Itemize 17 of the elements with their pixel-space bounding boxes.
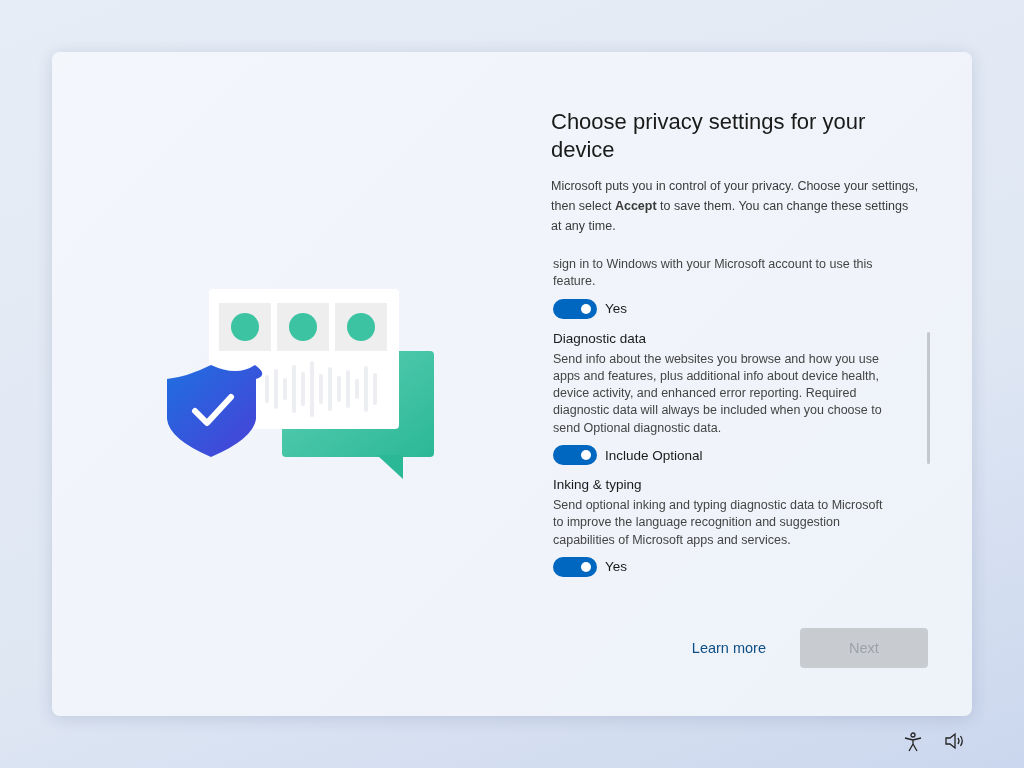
setting-description: sign in to Windows with your Microsoft account to use this feature. bbox=[553, 256, 874, 291]
setting-title: Diagnostic data bbox=[553, 329, 648, 348]
toggle-label: Include Optional bbox=[605, 447, 703, 463]
setting-title: Inking & typing bbox=[553, 476, 643, 495]
learn-more-link[interactable]: Learn more bbox=[691, 640, 766, 656]
toggle-switch[interactable] bbox=[553, 556, 597, 577]
toggle-switch[interactable] bbox=[553, 445, 597, 466]
toggle-switch[interactable] bbox=[553, 298, 597, 319]
scrollbar-thumb[interactable] bbox=[927, 332, 930, 464]
intro-text: Microsoft puts you in control of your privacy. Choose your settings, then select Accept to save them. You can change these settings at any time. bbox=[551, 178, 920, 235]
dialog-title: Choose privacy settings for your device bbox=[551, 108, 867, 164]
accessibility-icon[interactable] bbox=[904, 732, 922, 752]
toggle-label: Yes bbox=[605, 301, 628, 317]
toggle-label: Yes bbox=[605, 559, 628, 575]
speaker-icon[interactable] bbox=[944, 732, 966, 750]
setting-description: Send optional inking and typing diagnostic data to Microsoft to improve the language recognition and suggestion capabilities of Microsoft apps and services. bbox=[553, 497, 884, 549]
setting-description: Send info about the websites you browse and how you use apps and features, plus additional info about device health, device activity, and enhanced error reporting. Required diagnostic data will always be included when you choose to send Optional diagnostic data. bbox=[553, 350, 883, 437]
